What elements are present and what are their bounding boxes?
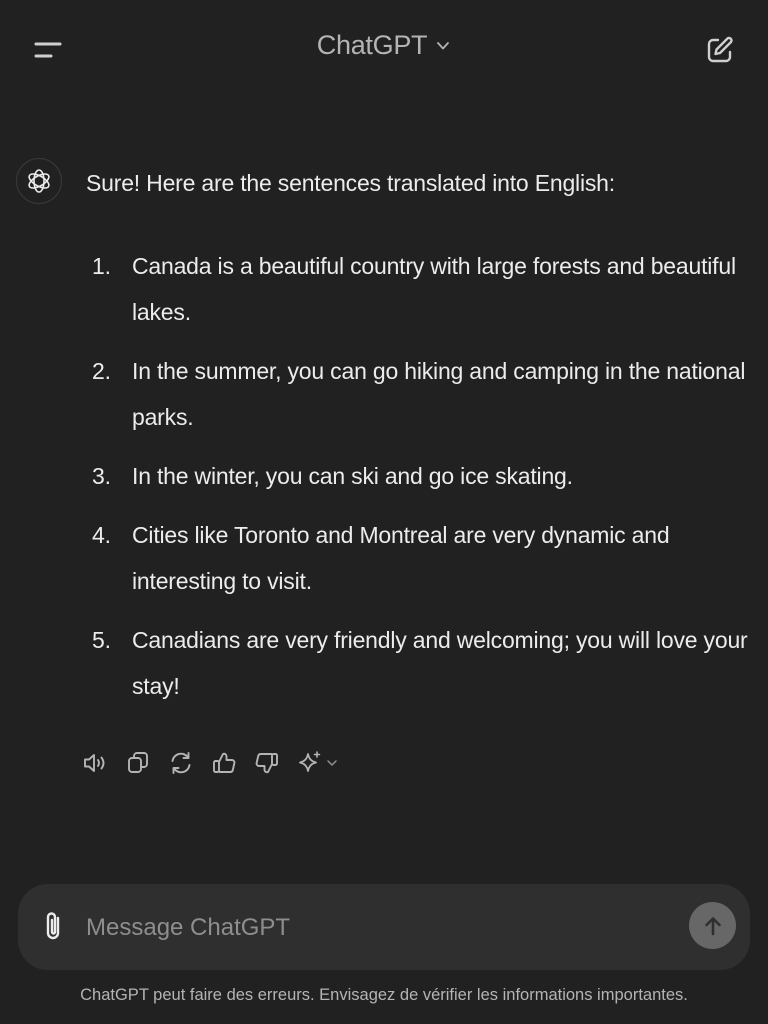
list-item: 4. Cities like Toronto and Montreal are … xyxy=(86,512,756,604)
read-aloud-icon xyxy=(84,754,105,772)
list-item-number: 4. xyxy=(92,522,111,548)
read-aloud-button[interactable] xyxy=(82,746,108,780)
copy-icon xyxy=(128,752,148,773)
message-composer xyxy=(18,884,750,970)
paperclip-icon xyxy=(46,912,60,940)
send-button[interactable] xyxy=(689,902,736,949)
list-item-text: Cities like Toronto and Montreal are ver… xyxy=(132,522,670,594)
chevron-down-icon xyxy=(437,41,450,49)
list-item-text: In the winter, you can ski and go ice sk… xyxy=(132,463,573,489)
new-chat-button[interactable] xyxy=(700,30,740,70)
thumbs-down-button[interactable] xyxy=(254,746,280,780)
translation-list: 1. Canada is a beautiful country with la… xyxy=(86,243,756,722)
message-input[interactable] xyxy=(84,906,668,950)
thumbs-up-button[interactable] xyxy=(211,746,237,780)
copy-button[interactable] xyxy=(125,746,151,780)
sparkle-icon xyxy=(299,751,321,772)
openai-logo-icon xyxy=(28,169,50,193)
arrow-up-icon xyxy=(704,916,721,935)
thumbs-up-icon xyxy=(213,752,236,773)
page-title: ChatGPT xyxy=(316,30,428,60)
assistant-avatar xyxy=(16,158,62,204)
list-item: 1. Canada is a beautiful country with la… xyxy=(86,243,756,335)
list-item-number: 5. xyxy=(92,627,111,653)
list-item-text: In the summer, you can go hiking and cam… xyxy=(132,358,746,430)
switch-model-button[interactable] xyxy=(297,746,339,780)
chevron-down-icon xyxy=(327,760,337,766)
assistant-message-intro: Sure! Here are the sentences translated … xyxy=(86,170,615,196)
list-item-number: 1. xyxy=(92,253,111,279)
list-item-text: Canada is a beautiful country with large… xyxy=(132,253,736,325)
list-item: 5. Canadians are very friendly and welco… xyxy=(86,617,756,709)
chat-page: ChatGPT Sure! Here are the sentences tra… xyxy=(0,0,768,1024)
list-item-text: Canadians are very friendly and welcomin… xyxy=(132,627,748,699)
regenerate-button[interactable] xyxy=(168,746,194,780)
message-actions xyxy=(82,746,339,780)
thumbs-down-icon xyxy=(255,753,278,774)
regenerate-icon xyxy=(171,752,191,774)
list-item-number: 2. xyxy=(92,358,111,384)
model-selector[interactable]: ChatGPT xyxy=(0,30,768,61)
list-item-number: 3. xyxy=(92,463,111,489)
list-item: 3. In the winter, you can ski and go ice… xyxy=(86,453,756,499)
edit-icon xyxy=(707,36,733,63)
header: ChatGPT xyxy=(0,0,768,100)
list-item: 2. In the summer, you can go hiking and … xyxy=(86,348,756,440)
disclaimer-text: ChatGPT peut faire des erreurs. Envisage… xyxy=(80,986,688,1004)
attach-button[interactable] xyxy=(40,908,68,946)
